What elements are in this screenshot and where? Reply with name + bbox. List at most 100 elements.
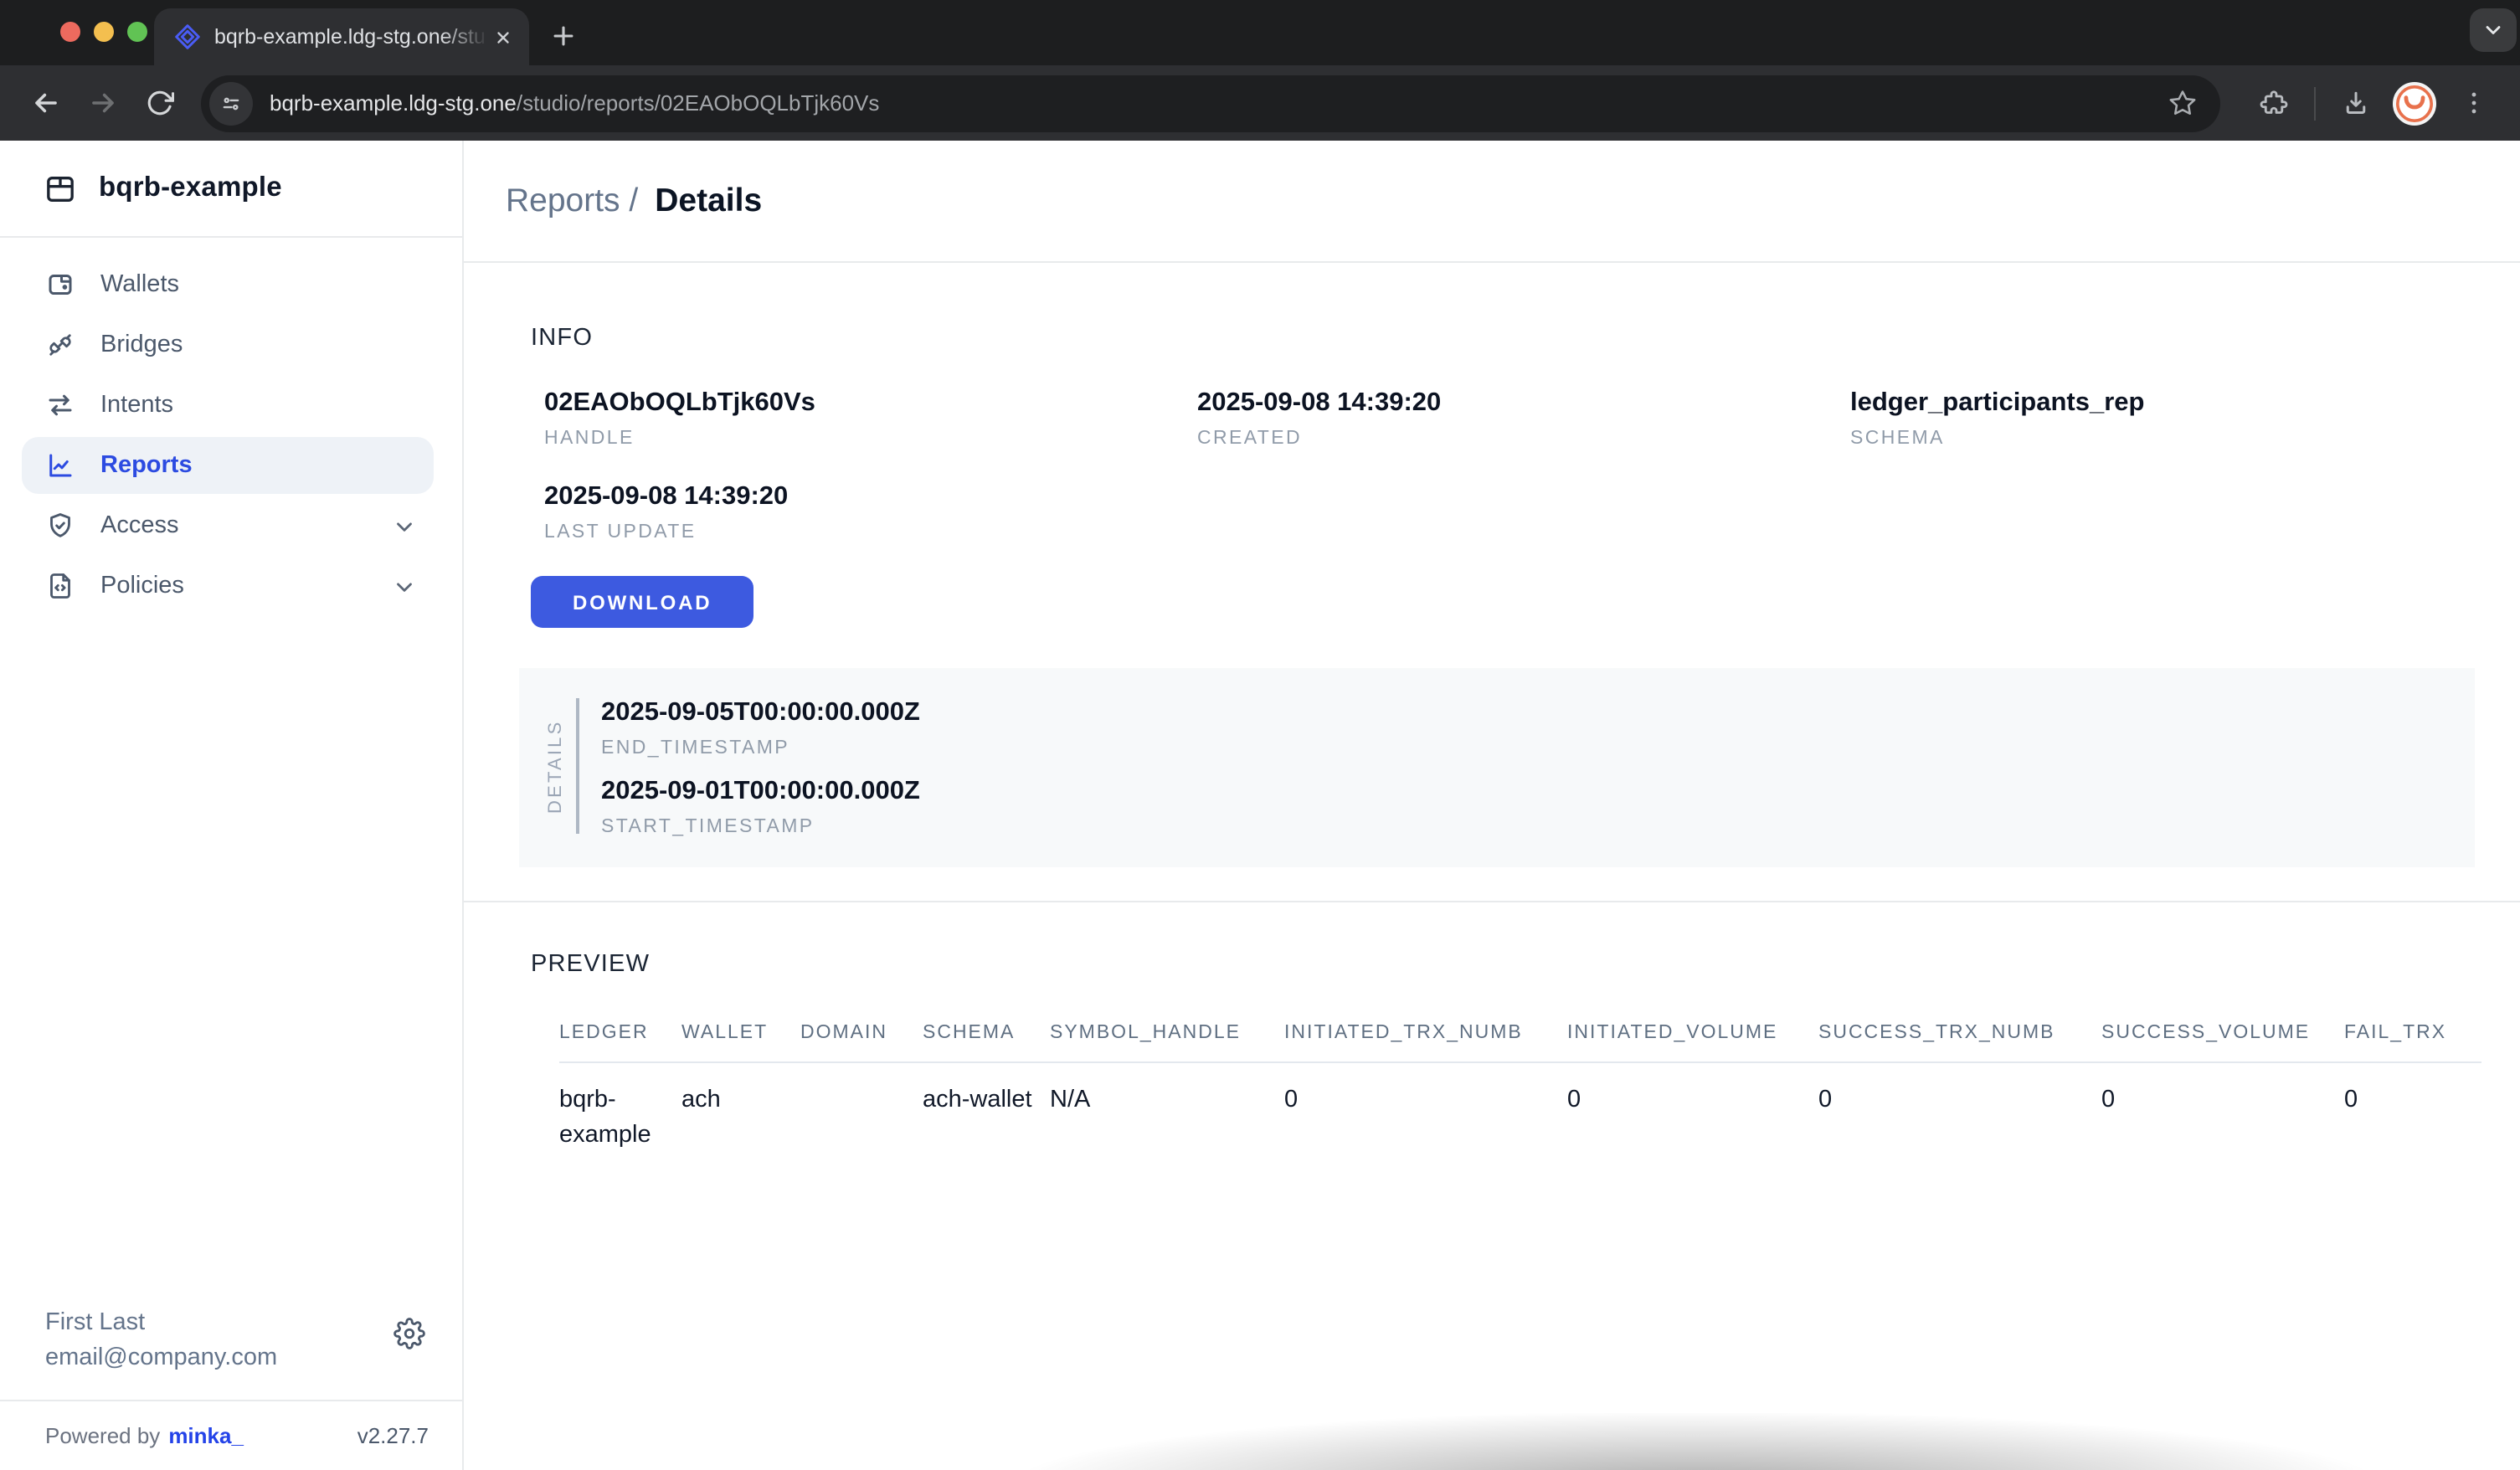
cell-schema: ach-wallet [923, 1083, 1050, 1154]
table-row[interactable]: bqrb-example ach ach-wallet N/A 0 0 0 0 … [559, 1083, 2520, 1154]
browser-window: bqrb-example.ldg-stg.one/stu [0, 0, 2520, 1470]
tab-close-icon[interactable] [489, 23, 516, 50]
table-header-border [559, 1061, 2481, 1063]
tab-favicon-icon [174, 23, 201, 50]
url-text[interactable]: bqrb-example.ldg-stg.one/studio/reports/… [270, 90, 2160, 116]
minimize-window-button[interactable] [94, 22, 114, 42]
sidebar-item-policies[interactable]: Policies [22, 558, 434, 614]
details-vertical-label: DETAILS [546, 695, 566, 837]
new-tab-button[interactable] [539, 12, 586, 59]
table-header-row: LEDGER WALLET DOMAIN SCHEMA SYMBOL_HANDL… [559, 1023, 2520, 1043]
site-settings-icon[interactable] [209, 81, 253, 125]
download-button[interactable]: DOWNLOAD [531, 576, 753, 628]
preview-section-title: PREVIEW [531, 951, 2473, 978]
info-section-title: INFO [531, 325, 2473, 352]
column-header: WALLET [681, 1023, 800, 1043]
cell-initiated-volume: 0 [1567, 1083, 1818, 1154]
window-shadow [690, 1413, 2520, 1470]
app-root: bqrb-example Wallets [0, 141, 2520, 1470]
column-header: SUCCESS_TRX_NUMB [1818, 1023, 2101, 1043]
browser-toolbar: bqrb-example.ldg-stg.one/studio/reports/… [0, 65, 2520, 141]
browser-tab[interactable]: bqrb-example.ldg-stg.one/stu [154, 8, 529, 65]
details-field-start-timestamp: 2025-09-01T00:00:00.000Z START_TIMESTAMP [601, 777, 920, 837]
file-code-icon [45, 571, 75, 601]
sidebar-item-label: Policies [100, 573, 184, 599]
sidebar-item-reports[interactable]: Reports [22, 437, 434, 494]
swap-arrows-icon [45, 390, 75, 420]
close-window-button[interactable] [60, 22, 80, 42]
sidebar-item-label: Access [100, 512, 179, 539]
sidebar-item-wallets[interactable]: Wallets [22, 256, 434, 313]
column-header: SCHEMA [923, 1023, 1050, 1043]
toolbar-actions [2244, 78, 2503, 128]
bookmark-star-icon[interactable] [2160, 81, 2204, 125]
cell-ledger: bqrb-example [559, 1083, 681, 1154]
cell-symbol-handle: N/A [1050, 1083, 1284, 1154]
wallet-icon [45, 270, 75, 300]
page-title: Details [655, 182, 762, 220]
info-field-created: 2025-09-08 14:39:20 CREATED [1197, 388, 1850, 449]
workspace-header[interactable]: bqrb-example [0, 141, 462, 238]
browser-menu-icon[interactable] [2448, 78, 2498, 128]
details-panel: DETAILS 2025-09-05T00:00:00.000Z END_TIM… [519, 668, 2475, 867]
breadcrumb-parent[interactable]: Reports / [506, 182, 638, 220]
info-field-schema: ledger_participants_rep SCHEMA [1850, 388, 2473, 449]
url-host: bqrb-example.ldg-stg.one [270, 90, 517, 116]
column-header: DOMAIN [800, 1023, 923, 1043]
workspace-name: bqrb-example [99, 172, 282, 204]
column-header: LEDGER [559, 1023, 681, 1043]
info-fields: 02EAObOQLbTjk60Vs HANDLE 2025-09-08 14:3… [544, 388, 2473, 542]
downloads-icon[interactable] [2331, 78, 2381, 128]
sidebar-item-label: Reports [100, 452, 193, 479]
breadcrumb: Reports / Details [464, 141, 2520, 263]
section-divider [464, 901, 2520, 902]
user-email: email@company.com [45, 1341, 388, 1376]
tab-search-button[interactable] [2470, 8, 2517, 52]
shield-check-icon [45, 511, 75, 541]
sidebar-nav: Wallets Bridges [0, 238, 462, 618]
forward-button[interactable] [77, 78, 127, 128]
app-version: v2.27.7 [357, 1423, 429, 1448]
main-content: Reports / Details INFO 02EAObOQLbTjk60Vs… [464, 141, 2520, 1470]
zoom-window-button[interactable] [127, 22, 147, 42]
cell-fail-trx: 0 [2344, 1083, 2520, 1154]
tab-strip: bqrb-example.ldg-stg.one/stu [0, 0, 2520, 65]
cell-success-trx-numb: 0 [1818, 1083, 2101, 1154]
chevron-down-icon [392, 513, 417, 538]
reload-button[interactable] [134, 78, 184, 128]
column-header: SYMBOL_HANDLE [1050, 1023, 1284, 1043]
details-field-end-timestamp: 2025-09-05T00:00:00.000Z END_TIMESTAMP [601, 698, 920, 758]
window-controls[interactable] [60, 22, 147, 42]
powered-by: Powered by minka_ v2.27.7 [0, 1400, 462, 1470]
extensions-icon[interactable] [2249, 78, 2299, 128]
url-bar[interactable]: bqrb-example.ldg-stg.one/studio/reports/… [201, 75, 2220, 131]
tab-title: bqrb-example.ldg-stg.one/stu [214, 25, 489, 49]
sidebar-item-access[interactable]: Access [22, 497, 434, 554]
info-field-handle: 02EAObOQLbTjk60Vs HANDLE [544, 388, 1197, 449]
gear-icon[interactable] [388, 1313, 429, 1353]
package-icon [44, 172, 77, 205]
column-header: INITIATED_VOLUME [1567, 1023, 1818, 1043]
cell-domain [800, 1083, 923, 1154]
url-path: /studio/reports/02EAObOQLbTjk60Vs [517, 90, 880, 116]
sidebar-item-label: Bridges [100, 332, 183, 358]
preview-table: LEDGER WALLET DOMAIN SCHEMA SYMBOL_HANDL… [559, 1023, 2520, 1154]
info-field-last-update: 2025-09-08 14:39:20 LAST UPDATE [544, 482, 1197, 542]
toolbar-divider [2314, 86, 2316, 120]
profile-avatar[interactable] [2393, 81, 2436, 125]
sidebar-item-bridges[interactable]: Bridges [22, 316, 434, 373]
plug-icon [45, 330, 75, 360]
sidebar-item-label: Intents [100, 392, 173, 419]
sidebar-item-label: Wallets [100, 271, 179, 298]
cell-wallet: ach [681, 1083, 800, 1154]
chart-line-icon [45, 450, 75, 481]
chevron-down-icon [392, 573, 417, 599]
sidebar-item-intents[interactable]: Intents [22, 377, 434, 434]
sidebar: bqrb-example Wallets [0, 141, 464, 1470]
user-name: First Last [45, 1306, 388, 1341]
cell-initiated-trx-numb: 0 [1284, 1083, 1567, 1154]
powered-by-text: Powered by [45, 1423, 160, 1448]
user-info: First Last email@company.com [0, 1289, 462, 1400]
brand-link[interactable]: minka_ [168, 1423, 244, 1448]
back-button[interactable] [20, 78, 70, 128]
